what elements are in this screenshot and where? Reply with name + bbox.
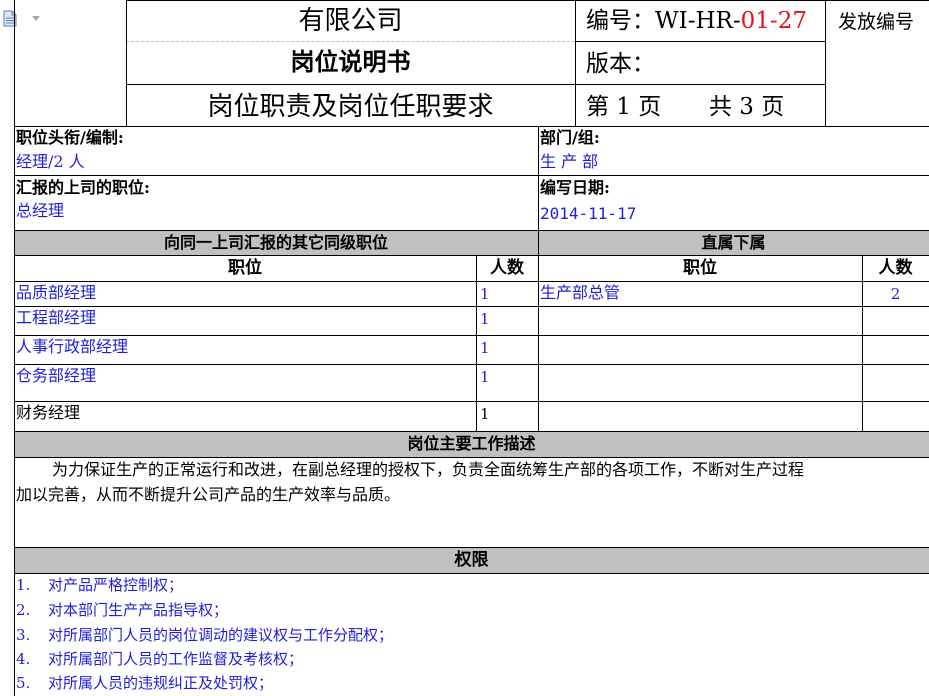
peer-count-cell: 1	[480, 285, 490, 303]
authority-item-number: 1.	[16, 576, 31, 594]
department-label: 部门/组:	[540, 128, 600, 147]
authority-section-header: 权限	[454, 550, 489, 570]
description-text-line: 加以完善，从而不断提升公司产品的生产效率与品质。	[16, 485, 401, 504]
peer-position-cell: 工程部经理	[16, 308, 97, 327]
authority-item-number: 2.	[16, 601, 31, 619]
date-value: 2014-11-17	[540, 204, 637, 223]
issue-number-label: 发放编号	[838, 11, 915, 33]
peer-position-cell: 财务经理	[16, 403, 81, 422]
company-name: 有限公司	[298, 6, 403, 36]
peer-position-cell: 人事行政部经理	[16, 337, 129, 356]
description-section-header: 岗位主要工作描述	[407, 434, 536, 453]
chevron-down-icon[interactable]	[32, 16, 40, 21]
subordinates-position-column-header: 职位	[683, 258, 717, 278]
subordinates-count-column-header: 人数	[878, 258, 913, 278]
authority-item-text: 对所属人员的违规纠正及处罚权；	[48, 674, 274, 692]
authority-item-number: 3.	[16, 626, 31, 644]
peers-count-column-header: 人数	[490, 258, 524, 278]
reports-to-value: 总经理	[16, 201, 65, 220]
peer-count-cell: 1	[480, 405, 490, 423]
total-pages: 共 3 页	[709, 94, 785, 120]
peer-count-cell: 1	[480, 368, 490, 386]
reports-to-label: 汇报的上司的职位:	[16, 178, 150, 197]
page-number: 第 1 页	[586, 94, 662, 120]
document-code-label: 编号：WI-HR-	[586, 8, 741, 34]
peer-count-cell: 1	[480, 339, 490, 357]
peer-position-cell: 品质部经理	[16, 283, 97, 302]
document-code: 编号：WI-HR-01-27	[586, 10, 807, 33]
document-code-number: 01-27	[740, 8, 807, 34]
peers-position-column-header: 职位	[228, 258, 262, 278]
peer-position-cell: 仓务部经理	[16, 366, 97, 385]
description-text-line: 为力保证生产的正常运行和改进，在副总经理的授权下，负责全面统筹生产部的各项工作，…	[52, 460, 805, 479]
peers-section-header: 向同一上司汇报的其它同级职位	[163, 233, 388, 252]
subordinates-section-header: 直属下属	[701, 233, 766, 252]
authority-item-text: 对产品严格控制权；	[48, 576, 184, 594]
job-title-value: 经理/2 人	[16, 152, 85, 171]
subordinate-count-cell: 2	[890, 285, 901, 303]
authority-item-text: 对本部门生产产品指导权；	[48, 601, 229, 619]
date-label: 编写日期:	[540, 178, 610, 197]
peer-count-cell: 1	[480, 310, 490, 328]
authority-item-text: 对所属部门人员的岗位调动的建议权与工作分配权；	[48, 626, 394, 644]
subordinate-position-cell: 生产部总管	[540, 283, 621, 302]
job-title-label: 职位头衔/编制:	[16, 128, 124, 147]
version-label: 版本：	[586, 51, 655, 77]
authority-item-number: 5.	[16, 674, 31, 692]
authority-item-text: 对所属部门人员的工作监督及考核权；	[48, 650, 304, 668]
authority-item-number: 4.	[16, 650, 31, 668]
document-subtitle: 岗位职责及岗位任职要求	[207, 92, 494, 122]
department-value: 生 产 部	[540, 152, 599, 171]
document-title: 岗位说明书	[290, 47, 411, 76]
